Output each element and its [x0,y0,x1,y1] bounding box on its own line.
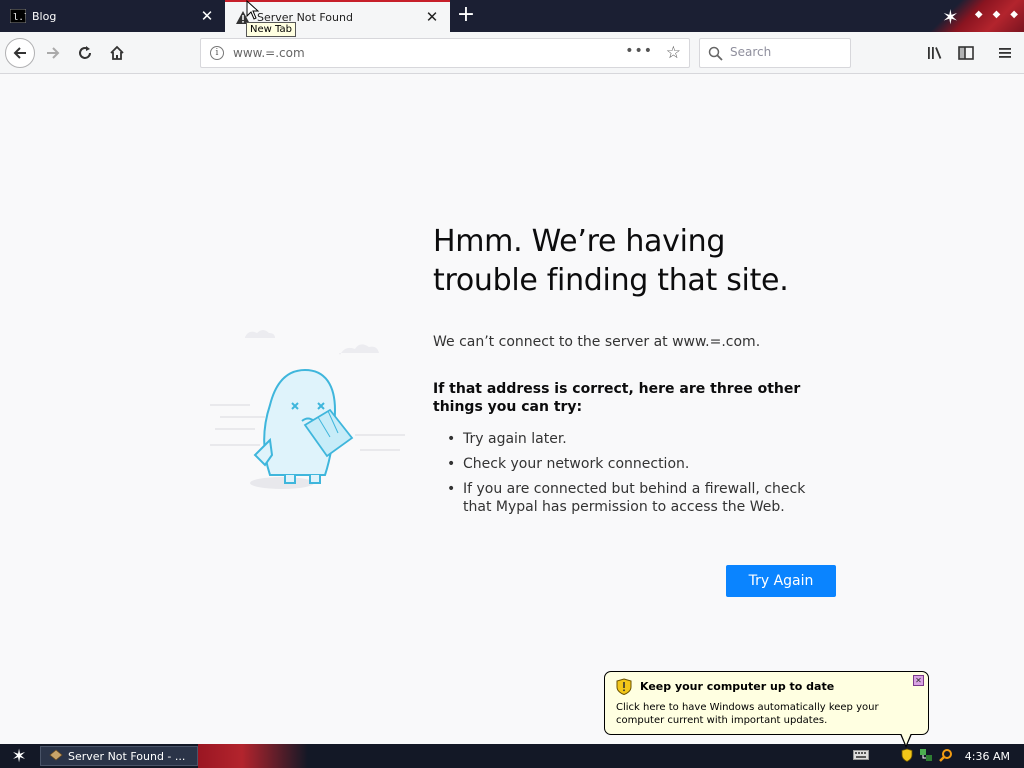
error-page: Hmm. We’re having trouble finding that s… [0,75,1024,744]
taskbar-item-browser[interactable]: Server Not Found - ... [40,746,198,766]
close-icon[interactable]: ✕ [197,6,217,26]
page-title: Hmm. We’re having trouble finding that s… [433,224,789,298]
taskbar-item-label: Server Not Found - ... [68,749,186,763]
new-tab-tooltip: New Tab [246,22,296,37]
list-item: If you are connected but behind a firewa… [433,480,838,516]
security-shield-icon[interactable] [901,748,913,765]
tab-strip: l.l Blog ✕ Server Not Found ✕ + ✶ ◆ ◆ ◆ [0,0,1024,32]
page-actions-icon[interactable]: ••• [625,43,653,59]
reload-icon[interactable] [70,38,100,68]
system-tray: 4:36 AM [852,744,1024,768]
search-tray-icon[interactable] [938,748,953,765]
search-icon [708,46,723,65]
svg-text:l.l: l.l [13,13,26,23]
list-item: Try again later. [433,430,838,448]
taskbar-decoration [198,744,308,768]
tips-heading: If that address is correct, here are thr… [433,381,801,415]
close-window-icon[interactable]: ◆ [1010,9,1018,20]
star-logo-icon: ✶ [942,5,959,29]
blog-favicon-icon: l.l [10,8,26,24]
tab-title: Blog [32,9,57,23]
browser-app-icon [49,748,63,764]
balloon-tail-fill [901,733,911,745]
network-icon[interactable] [919,748,933,765]
mouse-cursor-icon [246,0,260,20]
update-notification[interactable]: Keep your computer up to date Click here… [604,671,929,735]
menu-icon[interactable] [990,38,1020,68]
close-icon[interactable]: ✕ [913,675,924,686]
dino-illustration-icon [210,330,405,489]
url-bar[interactable]: i www.=.com ••• ☆ [200,38,690,68]
tab-blog[interactable]: l.l Blog ✕ [0,0,225,32]
taskbar: ✶ Server Not Found - ... 4:36 AM [0,744,1024,768]
shield-icon [616,678,632,699]
keyboard-icon[interactable] [852,749,869,763]
try-again-button[interactable]: Try Again [726,565,836,597]
search-bar[interactable] [699,38,851,68]
library-icon[interactable] [920,38,950,68]
search-input[interactable] [730,45,840,59]
url-text: www.=.com [233,46,305,60]
sidebar-icon[interactable] [951,38,981,68]
start-star-icon[interactable]: ✶ [0,744,38,768]
tips-list: Try again later. Check your network conn… [433,430,838,516]
clock: 4:36 AM [964,749,1010,763]
close-icon[interactable]: ✕ [422,7,442,27]
navigation-toolbar: i www.=.com ••• ☆ [0,32,1024,74]
forward-arrow-icon[interactable] [38,38,68,68]
back-arrow-icon[interactable] [5,38,35,68]
window-controls: ◆ ◆ ◆ [975,9,1018,20]
error-description: We can’t connect to the server at www.=.… [433,334,761,350]
new-tab-icon[interactable]: + [454,4,478,28]
titlebar-decoration: ✶ ◆ ◆ ◆ [930,0,1024,32]
minimize-icon[interactable]: ◆ [975,9,983,20]
maximize-icon[interactable]: ◆ [993,9,1001,20]
bookmark-star-icon[interactable]: ☆ [666,43,681,63]
info-icon[interactable]: i [210,46,224,60]
notification-title: Keep your computer up to date [640,680,835,693]
list-item: Check your network connection. [433,455,838,473]
home-icon[interactable] [102,38,132,68]
error-message: Hmm. We’re having trouble finding that s… [433,222,838,523]
notification-body: Click here to have Windows automatically… [616,702,879,726]
